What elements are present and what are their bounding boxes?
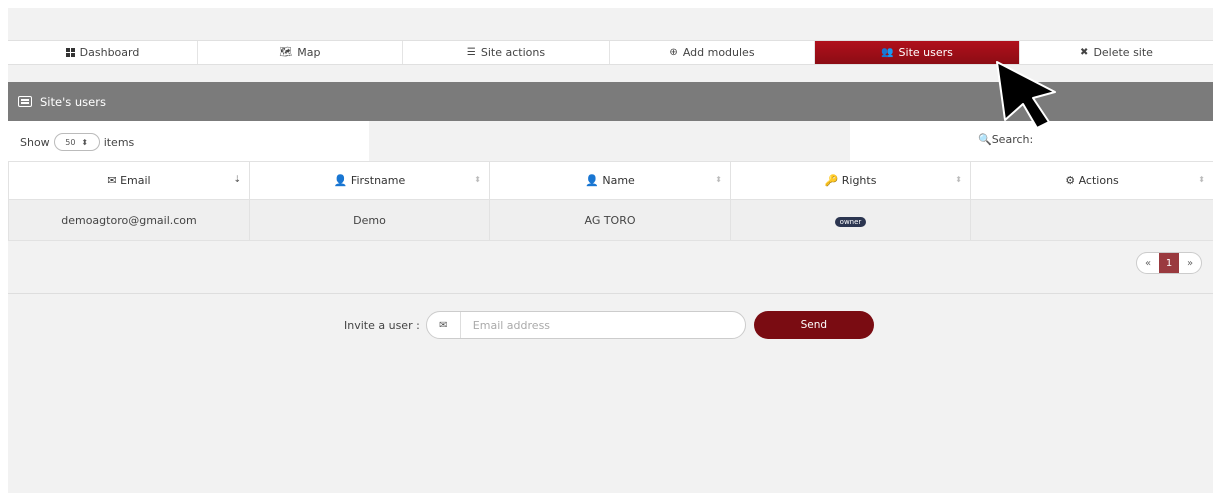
users-icon: 👥 — [881, 47, 894, 58]
envelope-icon: ✉ — [427, 312, 461, 338]
column-header-name[interactable]: 👤 Name ⬍ — [489, 161, 731, 200]
cell-rights: owner — [730, 199, 971, 241]
invite-user-form: Invite a user : ✉ Send — [344, 311, 874, 339]
key-icon: 🔑 — [824, 174, 839, 187]
invite-label: Invite a user : — [344, 318, 420, 332]
sliders-icon: ☰ — [466, 47, 476, 58]
column-header-actions[interactable]: ⚙ Actions ⬍ — [970, 161, 1213, 200]
user-icon: 👤 — [585, 174, 599, 187]
controls-spacer — [369, 121, 850, 161]
list-icon — [18, 96, 32, 107]
column-header-firstname[interactable]: 👤 Firstname ⬍ — [249, 161, 490, 200]
page-size-select[interactable]: 50 ⬍ — [53, 133, 100, 151]
panel-title: Site's users — [40, 94, 106, 109]
gear-icon: ⚙ — [1065, 174, 1076, 187]
cell-firstname: Demo — [249, 199, 490, 241]
pagination-next-button[interactable]: » — [1179, 253, 1201, 273]
email-input-group: ✉ — [425, 311, 746, 339]
plus-circle-icon: ⊕ — [669, 47, 678, 58]
sort-icon: ⬍ — [955, 175, 962, 184]
grid-icon — [65, 48, 75, 57]
page-frame: Dashboard 🗺 Map ☰ Site actions ⊕ Add mod… — [8, 8, 1213, 493]
sort-icon: ⬍ — [474, 175, 481, 184]
page-size-control: Show 50 ⬍ items — [20, 133, 134, 151]
column-header-email[interactable]: ✉ Email ⇣ — [8, 161, 250, 200]
pagination-prev-button[interactable]: « — [1137, 253, 1159, 273]
tab-map[interactable]: 🗺 Map — [198, 41, 403, 64]
cell-actions — [970, 199, 1213, 241]
envelope-icon: ✉ — [107, 174, 117, 187]
tab-site-actions[interactable]: ☰ Site actions — [403, 41, 610, 64]
pagination-page-button[interactable]: 1 — [1159, 253, 1179, 273]
email-input[interactable] — [460, 312, 745, 338]
map-icon: 🗺 — [279, 47, 293, 58]
send-button[interactable]: Send — [753, 311, 874, 339]
owner-badge: owner — [834, 216, 867, 227]
pagination: « 1 » — [1136, 252, 1202, 274]
column-header-rights[interactable]: 🔑 Rights ⬍ — [730, 161, 971, 200]
tab-site-users[interactable]: 👥 Site users — [815, 41, 1020, 64]
tab-add-modules[interactable]: ⊕ Add modules — [610, 41, 815, 64]
mouse-cursor-icon — [996, 61, 1056, 129]
table-row: demoagtoro@gmail.com Demo AG TORO owner — [8, 199, 1213, 241]
users-table: ✉ Email ⇣ 👤 Firstname ⬍ 👤 Name ⬍ 🔑 Right… — [8, 161, 1213, 241]
sort-asc-icon: ⇣ — [233, 175, 241, 185]
cell-email: demoagtoro@gmail.com — [8, 199, 250, 241]
search-icon: 🔍 — [978, 133, 992, 146]
sort-icon: ⬍ — [715, 175, 722, 184]
table-header-row: ✉ Email ⇣ 👤 Firstname ⬍ 👤 Name ⬍ 🔑 Right… — [8, 161, 1213, 200]
cell-name: AG TORO — [489, 199, 731, 241]
sort-icon: ⬍ — [1198, 175, 1205, 184]
divider — [8, 293, 1213, 294]
tab-dashboard[interactable]: Dashboard — [8, 41, 198, 64]
sort-arrows-icon: ⬍ — [81, 137, 89, 147]
user-icon: 👤 — [333, 174, 348, 187]
close-icon: ✖ — [1080, 47, 1089, 58]
